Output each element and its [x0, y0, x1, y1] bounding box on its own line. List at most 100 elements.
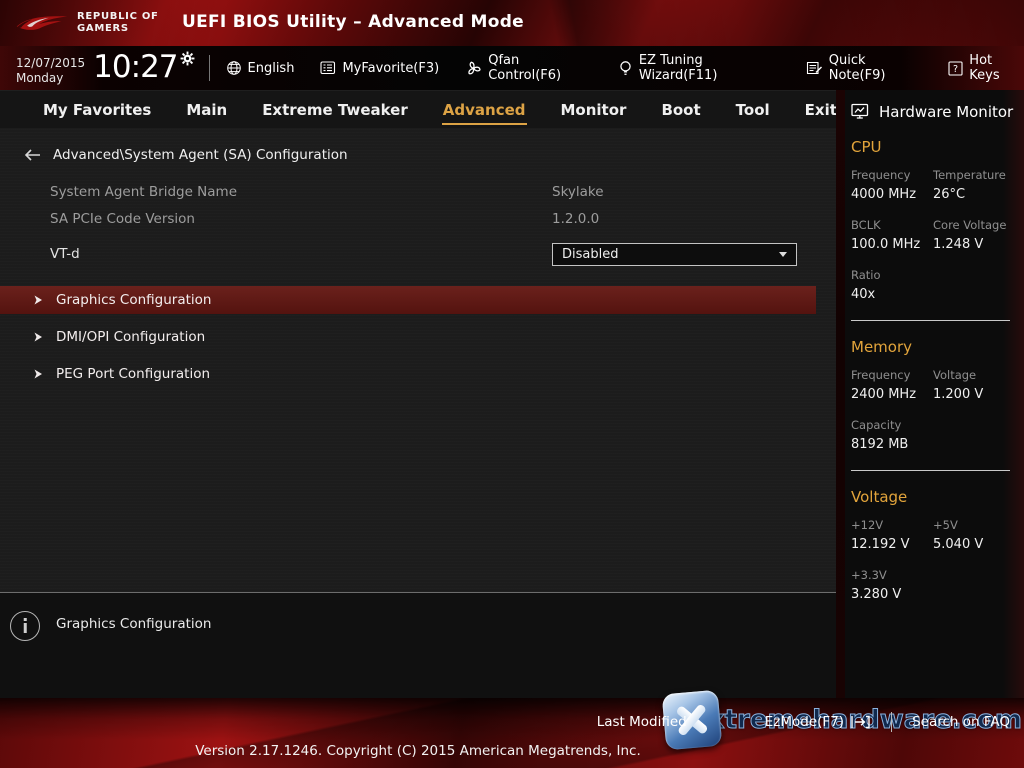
day-text: Monday	[16, 71, 85, 86]
monitor-icon	[851, 103, 871, 121]
readout-memory-capacity: Capacity 8192 MB	[851, 418, 933, 452]
toolbar-items: English MyFavorite(F3)	[226, 53, 1024, 83]
date-text: 12/07/2015	[16, 56, 85, 71]
tab-advanced[interactable]: Advanced	[442, 94, 527, 125]
quick-note-button[interactable]: Quick Note(F9)	[806, 53, 923, 83]
tab-monitor[interactable]: Monitor	[560, 94, 628, 125]
tab-my-favorites[interactable]: My Favorites	[42, 94, 152, 125]
readout-bclk: BCLK 100.0 MHz	[851, 218, 933, 252]
field-sa-pcie-code-version: SA PCIe Code Version 1.2.0.0	[0, 205, 836, 232]
cpu-readouts: Frequency 4000 MHz Temperature 26°C BCLK…	[851, 168, 1024, 302]
back-arrow-icon[interactable]	[24, 149, 41, 161]
vt-d-selected-value: Disabled	[562, 247, 618, 262]
time-text: 10:27	[93, 52, 177, 83]
readout-12v: +12V 12.192 V	[851, 518, 933, 552]
fields: System Agent Bridge Name Skylake SA PCIe…	[0, 178, 836, 269]
hot-keys-button[interactable]: ? Hot Keys	[948, 53, 1024, 83]
field-vt-d: VT-d Disabled	[0, 239, 836, 269]
readout-3v3: +3.3V 3.280 V	[851, 568, 933, 602]
field-value: 1.2.0.0	[552, 211, 599, 227]
readout-memory-frequency: Frequency 2400 MHz	[851, 368, 933, 402]
section-title-voltage: Voltage	[851, 488, 1024, 506]
submenu-label: Graphics Configuration	[56, 292, 211, 308]
date-block: 12/07/2015 Monday	[16, 56, 85, 86]
submenu-peg-port-configuration[interactable]: PEG Port Configuration	[0, 360, 816, 388]
toolbar: 12/07/2015 Monday 10:27	[0, 46, 1024, 90]
settings-panel: Advanced\System Agent (SA) Configuration…	[0, 128, 836, 592]
readout-ratio: Ratio 40x	[851, 268, 933, 302]
submenu-list: Graphics Configuration DMI/OPI Configura…	[0, 286, 836, 388]
readout-5v: +5V 5.040 V	[933, 518, 1024, 552]
chevron-down-icon	[779, 252, 787, 257]
submenu-arrow-icon	[34, 369, 43, 379]
breadcrumb: Advanced\System Agent (SA) Configuration	[0, 128, 836, 168]
tab-main[interactable]: Main	[185, 94, 228, 125]
tab-tool[interactable]: Tool	[735, 94, 771, 125]
section-title-cpu: CPU	[851, 138, 1024, 156]
language-button[interactable]: English	[226, 60, 295, 76]
readout-memory-voltage: Voltage 1.200 V	[933, 368, 1024, 402]
voltage-readouts: +12V 12.192 V +5V 5.040 V +3.3V 3.280 V	[851, 518, 1024, 602]
bios-screen: REPUBLIC OF GAMERS UEFI BIOS Utility – A…	[0, 0, 1024, 768]
readout-cpu-frequency: Frequency 4000 MHz	[851, 168, 933, 202]
exit-to-ezmode-icon[interactable]	[850, 714, 871, 730]
ez-tuning-wizard-button[interactable]: EZ Tuning Wizard(F11)	[618, 53, 780, 83]
search-on-faq-button[interactable]: Search on FAQ	[912, 714, 1010, 730]
question-icon: ?	[948, 61, 963, 76]
tab-boot[interactable]: Boot	[660, 94, 701, 125]
field-label: System Agent Bridge Name	[50, 184, 237, 200]
tab-exit[interactable]: Exit	[804, 94, 838, 125]
panel-gap	[836, 90, 845, 698]
qfan-label: Qfan Control(F6)	[488, 53, 592, 83]
svg-text:?: ?	[953, 64, 958, 75]
note-pencil-icon	[806, 61, 823, 76]
breadcrumb-text: Advanced\System Agent (SA) Configuration	[53, 147, 348, 163]
brand-line2: GAMERS	[77, 23, 159, 36]
last-modified-button[interactable]: Last Modified	[597, 714, 687, 730]
rog-brand: REPUBLIC OF GAMERS	[16, 4, 159, 42]
submenu-arrow-icon	[34, 295, 43, 305]
tab-extreme-tweaker[interactable]: Extreme Tweaker	[261, 94, 409, 125]
field-sa-bridge-name: System Agent Bridge Name Skylake	[0, 178, 836, 205]
clock: 12/07/2015 Monday 10:27	[16, 51, 195, 86]
info-icon	[10, 611, 40, 641]
submenu-label: DMI/OPI Configuration	[56, 329, 205, 345]
header-banner: REPUBLIC OF GAMERS UEFI BIOS Utility – A…	[0, 0, 1024, 46]
sidebar-divider	[851, 470, 1010, 471]
myfavorite-button[interactable]: MyFavorite(F3)	[320, 61, 439, 76]
submenu-dmi-opi-configuration[interactable]: DMI/OPI Configuration	[0, 323, 816, 351]
hardware-monitor-header: Hardware Monitor	[845, 90, 1024, 121]
vt-d-dropdown[interactable]: Disabled	[552, 243, 797, 266]
footer-divider	[891, 712, 892, 732]
ez-tuning-label: EZ Tuning Wizard(F11)	[639, 53, 780, 83]
footer: Last Modified EzMode(F7) Search on FAQ V…	[0, 698, 1024, 768]
sidebar-divider	[851, 320, 1010, 321]
globe-icon	[226, 60, 242, 76]
rog-logo-icon	[16, 4, 68, 42]
field-label: VT-d	[50, 246, 80, 262]
submenu-label: PEG Port Configuration	[56, 366, 210, 382]
memory-readouts: Frequency 2400 MHz Voltage 1.200 V Capac…	[851, 368, 1024, 452]
brand-text: REPUBLIC OF GAMERS	[77, 11, 159, 36]
submenu-arrow-icon	[34, 332, 43, 342]
field-label: SA PCIe Code Version	[50, 211, 195, 227]
help-text: Graphics Configuration	[56, 616, 211, 632]
hot-keys-label: Hot Keys	[969, 53, 1024, 83]
page-title: UEFI BIOS Utility – Advanced Mode	[182, 12, 524, 32]
section-title-memory: Memory	[851, 338, 1024, 356]
fan-icon	[465, 60, 482, 77]
language-label: English	[248, 61, 295, 76]
toolbar-divider	[209, 55, 210, 81]
main-menu-tabs: My Favorites Main Extreme Tweaker Advanc…	[0, 90, 845, 128]
submenu-graphics-configuration[interactable]: Graphics Configuration	[0, 286, 816, 314]
qfan-control-button[interactable]: Qfan Control(F6)	[465, 53, 592, 83]
lightbulb-icon	[618, 60, 633, 77]
hardware-monitor-title: Hardware Monitor	[879, 103, 1013, 121]
clock-settings-gear-icon[interactable]	[180, 51, 195, 66]
myfavorite-label: MyFavorite(F3)	[342, 61, 439, 76]
ezmode-button[interactable]: EzMode(F7)	[765, 714, 844, 730]
brand-line1: REPUBLIC OF	[77, 11, 159, 24]
readout-cpu-temperature: Temperature 26°C	[933, 168, 1024, 202]
hardware-monitor-sidebar: Hardware Monitor CPU Frequency 4000 MHz …	[845, 90, 1024, 698]
readout-core-voltage: Core Voltage 1.248 V	[933, 218, 1024, 252]
